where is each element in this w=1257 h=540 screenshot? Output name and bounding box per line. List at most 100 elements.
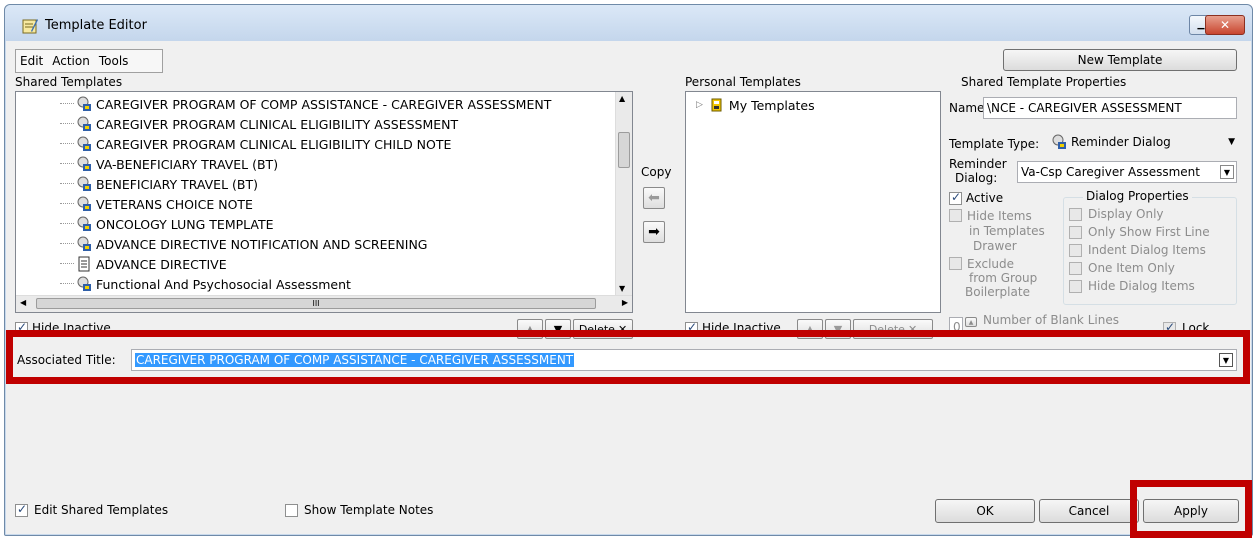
copy-to-personal-button[interactable]: ➡ [643, 221, 665, 243]
my-templates-label: My Templates [728, 97, 815, 113]
shared-template-item[interactable]: ONCOLOGY LUNG TEMPLATE [60, 214, 274, 234]
window-title: Template Editor [45, 18, 147, 33]
reminder-dialog-select[interactable]: Va-Csp Caregiver Assessment ▼ [1017, 161, 1237, 183]
shared-vscroll-thumb[interactable] [618, 132, 630, 168]
shared-template-item[interactable]: ADVANCE DIRECTIVE NOTIFICATION AND SCREE… [60, 234, 427, 254]
menu-bar: Edit Action Tools [15, 49, 163, 73]
reminder-dialog-icon [76, 176, 92, 192]
dialog-property-checkbox[interactable] [1069, 261, 1082, 275]
shared-templates-tree[interactable]: CAREGIVER PROGRAM OF COMP ASSISTANCE - C… [15, 91, 633, 313]
dialog-property-label: Indent Dialog Items [1088, 243, 1206, 257]
reminder-dialog-icon [76, 96, 92, 112]
shared-template-item[interactable]: VA-BENEFICIARY TRAVEL (BT) [60, 154, 278, 174]
tree-connector [60, 282, 74, 284]
show-notes-checkbox[interactable] [285, 503, 298, 517]
new-template-button[interactable]: New Template [1003, 49, 1237, 71]
dialog-property-option[interactable]: Display Only [1069, 207, 1164, 221]
template-boilerplate-area[interactable] [11, 381, 1248, 487]
cancel-button[interactable]: Cancel [1039, 499, 1139, 523]
cancel-label: Cancel [1068, 504, 1110, 518]
shared-hscroll-thumb[interactable]: III [36, 298, 596, 309]
dialog-property-checkbox[interactable] [1069, 279, 1082, 293]
dialog-property-checkbox[interactable] [1069, 207, 1082, 221]
shared-template-item[interactable]: CAREGIVER PROGRAM OF COMP ASSISTANCE - C… [60, 94, 551, 114]
scroll-up-arrow-icon[interactable]: ▲ [619, 94, 625, 103]
dialog-property-checkbox[interactable] [1069, 225, 1082, 239]
hide-items-label-2: in Templates [969, 224, 1045, 238]
shared-template-item[interactable]: VETERANS CHOICE NOTE [60, 194, 253, 214]
template-type-select[interactable]: Reminder Dialog ▼ [1051, 129, 1237, 155]
shared-template-item[interactable]: BENEFICIARY TRAVEL (BT) [60, 174, 258, 194]
shared-template-label: CAREGIVER PROGRAM CLINICAL ELIGIBILITY A… [96, 116, 459, 132]
copy-to-shared-button[interactable]: ⬅ [643, 187, 665, 209]
blank-lines-label: Number of Blank Lines [983, 313, 1119, 327]
shared-horizontal-scrollbar[interactable]: ◀ III ▶ [16, 295, 632, 312]
personal-templates-tree[interactable]: ▷ My Templates [685, 91, 941, 313]
active-checkbox[interactable] [949, 190, 962, 205]
shared-template-label: BENEFICIARY TRAVEL (BT) [96, 176, 258, 192]
edit-shared-checkbox[interactable] [15, 502, 28, 517]
hide-items-label-3: Drawer [973, 239, 1017, 253]
dialog-property-option[interactable]: Only Show First Line [1069, 225, 1210, 239]
my-templates-folder-icon [709, 97, 725, 113]
template-editor-icon [21, 17, 39, 35]
close-button[interactable]: ✕ [1205, 15, 1245, 35]
minimize-icon: ▁ [1197, 20, 1205, 30]
edit-shared-option[interactable]: Edit Shared Templates [15, 502, 168, 517]
spin-up-button[interactable]: ▲ [965, 317, 977, 327]
show-notes-label: Show Template Notes [304, 503, 434, 517]
scroll-down-arrow-icon[interactable]: ▼ [619, 284, 625, 293]
active-option[interactable]: Active [949, 190, 1004, 205]
reminder-dialog-icon [76, 276, 92, 292]
name-field[interactable]: \NCE - CAREGIVER ASSESSMENT [983, 97, 1237, 119]
personal-tree-root[interactable]: ▷ My Templates [696, 95, 815, 115]
shared-vertical-scrollbar[interactable]: ▲ ▼ [615, 92, 632, 295]
scroll-grip: III [312, 299, 320, 308]
active-label: Active [966, 191, 1004, 205]
dialog-property-option[interactable]: Indent Dialog Items [1069, 243, 1206, 257]
reminder-dialog-icon [76, 236, 92, 252]
hide-items-label-1: Hide Items [967, 209, 1032, 223]
shared-template-item[interactable]: CAREGIVER PROGRAM CLINICAL ELIGIBILITY C… [60, 134, 451, 154]
menu-edit[interactable]: Edit [20, 54, 43, 68]
title-bar[interactable]: Template Editor ▁ ▢ [5, 5, 1252, 41]
reminder-dialog-icon [76, 156, 92, 172]
shared-template-label: CAREGIVER PROGRAM CLINICAL ELIGIBILITY C… [96, 136, 452, 152]
reminder-dialog-label-line1: Reminder [949, 157, 1007, 171]
arrow-right-icon: ➡ [648, 224, 660, 240]
show-notes-option[interactable]: Show Template Notes [285, 503, 433, 517]
menu-tools[interactable]: Tools [99, 54, 129, 68]
shared-template-item[interactable]: ADVANCE DIRECTIVE [60, 254, 227, 274]
template-type-value: Reminder Dialog [1071, 135, 1171, 149]
copy-label: Copy [641, 165, 672, 179]
dialog-property-label: Only Show First Line [1088, 225, 1210, 239]
scroll-left-arrow-icon[interactable]: ◀ [20, 298, 26, 307]
ok-label: OK [976, 504, 994, 518]
expand-arrow-icon[interactable]: ▷ [696, 100, 703, 110]
shared-template-item[interactable]: CAREGIVER PROGRAM CLINICAL ELIGIBILITY A… [60, 114, 458, 134]
tree-connector [60, 262, 74, 264]
properties-group-label: Shared Template Properties [961, 75, 1127, 89]
ok-button[interactable]: OK [935, 499, 1035, 523]
tree-connector [60, 102, 74, 104]
reminder-dialog-icon [76, 136, 92, 152]
tree-connector [60, 222, 74, 224]
dropdown-arrow-icon: ▼ [1220, 165, 1234, 179]
exclude-label-3: Boilerplate [965, 285, 1030, 299]
personal-templates-label: Personal Templates [685, 75, 801, 89]
dialog-property-label: Display Only [1088, 207, 1164, 221]
exclude-checkbox[interactable] [949, 257, 962, 270]
scroll-right-arrow-icon[interactable]: ▶ [622, 298, 628, 307]
reminder-dialog-icon [76, 216, 92, 232]
shared-template-item[interactable]: Functional And Psychosocial Assessment [60, 274, 351, 294]
exclude-label-2: from Group [969, 271, 1038, 285]
hide-items-checkbox[interactable] [949, 209, 962, 222]
reminder-dialog-value: Va-Csp Caregiver Assessment [1021, 165, 1200, 179]
dialog-property-option[interactable]: Hide Dialog Items [1069, 279, 1195, 293]
shared-template-label: VETERANS CHOICE NOTE [96, 196, 253, 212]
tree-connector [60, 202, 74, 204]
menu-action[interactable]: Action [52, 54, 90, 68]
dialog-property-option[interactable]: One Item Only [1069, 261, 1175, 275]
template-editor-window: Template Editor ▁ ▢ ✕ Edit Action Tools … [4, 4, 1253, 536]
dialog-property-checkbox[interactable] [1069, 243, 1082, 257]
